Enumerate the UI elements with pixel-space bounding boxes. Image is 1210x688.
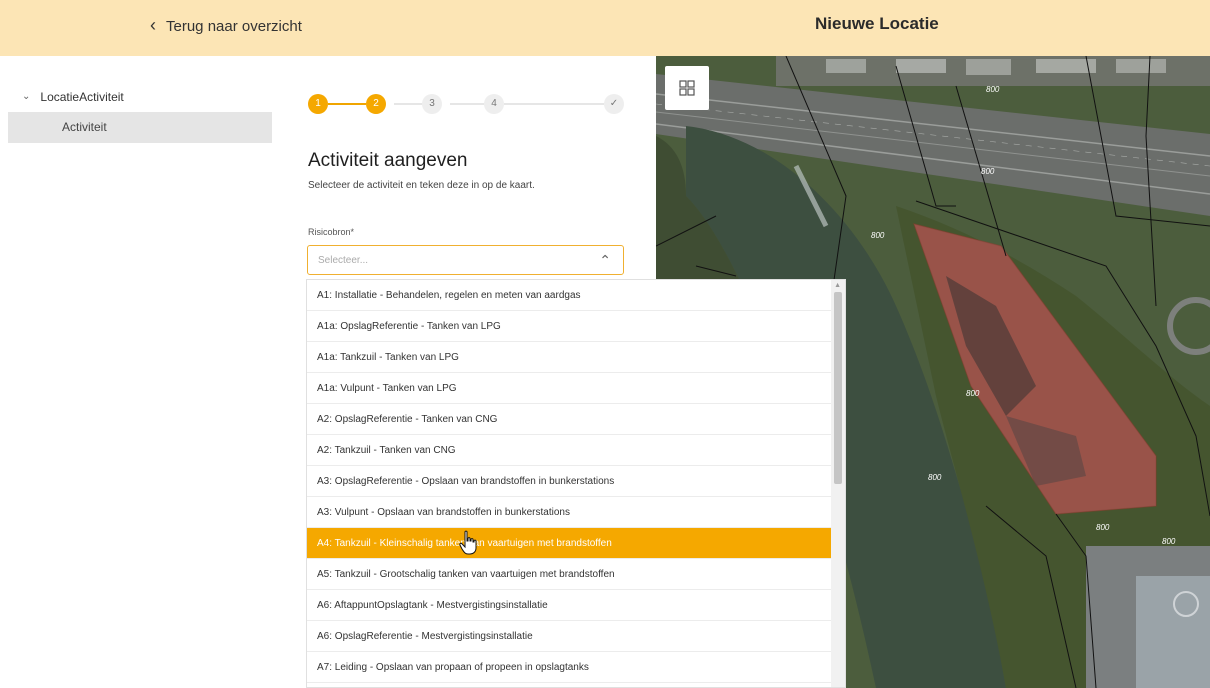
step-3[interactable]: 3 — [422, 94, 442, 114]
dropdown-option[interactable]: A1a: Tankzuil - Tanken van LPG — [307, 342, 831, 373]
tree-node-activiteit[interactable]: Activiteit — [8, 112, 272, 143]
dropdown-option[interactable]: A3: Vulpunt - Opslaan van brandstoffen i… — [307, 497, 831, 528]
back-link-label: Terug naar overzicht — [166, 17, 302, 35]
map-label: 800 — [928, 473, 942, 482]
chevron-up-icon: ⌃ — [599, 252, 611, 268]
chevron-left-icon: ‹ — [150, 15, 156, 35]
left-nav-tree: ⌄ LocatieActiviteit Activiteit — [0, 56, 272, 688]
chevron-down-icon[interactable]: ⌄ — [22, 91, 30, 102]
risicobron-dropdown-list[interactable]: A1: Installatie - Behandelen, regelen en… — [306, 279, 846, 688]
map-layers-button[interactable] — [665, 66, 709, 110]
scroll-up-arrow-icon[interactable]: ▲ — [834, 282, 841, 289]
dropdown-option[interactable]: A1a: Vulpunt - Tanken van LPG — [307, 373, 831, 404]
select-placeholder: Selecteer... — [318, 255, 369, 266]
step-finish[interactable]: ✓ — [604, 94, 624, 114]
risicobron-select[interactable]: Selecteer... ⌃ — [307, 245, 624, 275]
tree-node-label: LocatieActiviteit — [40, 90, 124, 104]
step-2[interactable]: 2 — [366, 94, 386, 114]
scrollbar-thumb[interactable] — [834, 292, 842, 484]
grid-icon — [679, 80, 695, 96]
tree-node-locatieactiviteit[interactable]: ⌄ LocatieActiviteit — [22, 90, 124, 104]
map-label: 800 — [966, 389, 980, 398]
step-connector — [504, 103, 604, 105]
dropdown-option[interactable]: A6: AftappuntOpslagtank - Mestvergisting… — [307, 590, 831, 621]
step-connector — [328, 103, 366, 105]
map-label: 800 — [981, 167, 995, 176]
step-4[interactable]: 4 — [484, 94, 504, 114]
top-bar: ‹ Terug naar overzicht Nieuwe Locatie — [0, 0, 1210, 56]
stepper: 1 2 3 4 ✓ — [308, 94, 624, 114]
dropdown-option[interactable]: A5: Tankzuil - Grootschalig tanken van v… — [307, 559, 831, 590]
dropdown-scrollbar[interactable]: ▲ — [831, 280, 845, 687]
dropdown-option[interactable]: A6: OpslagReferentie - Mestvergistingsin… — [307, 621, 831, 652]
risicobron-label: Risicobron* — [308, 227, 355, 237]
map-label: 800 — [986, 85, 1000, 94]
dropdown-option-selected[interactable]: A4: Tankzuil - Kleinschalig tanken van v… — [307, 528, 831, 559]
map-label: 800 — [871, 231, 885, 240]
page-title: Nieuwe Locatie — [815, 14, 939, 33]
back-to-overview-link[interactable]: ‹ Terug naar overzicht — [150, 14, 302, 38]
dropdown-option[interactable]: A3: OpslagReferentie - Opslaan van brand… — [307, 466, 831, 497]
dropdown-option[interactable]: A7: Leiding - Opslaan van propaan of pro… — [307, 652, 831, 683]
map-label: 800 — [1096, 523, 1110, 532]
dropdown-option[interactable]: A2: Tankzuil - Tanken van CNG — [307, 435, 831, 466]
dropdown-option[interactable]: A1: Installatie - Behandelen, regelen en… — [307, 280, 831, 311]
dropdown-option[interactable]: A2: OpslagReferentie - Tanken van CNG — [307, 404, 831, 435]
form-heading: Activiteit aangeven — [308, 150, 468, 171]
form-instructions: Selecteer de activiteit en teken deze in… — [308, 180, 535, 191]
dropdown-option[interactable]: A1a: OpslagReferentie - Tanken van LPG — [307, 311, 831, 342]
step-1[interactable]: 1 — [308, 94, 328, 114]
map-label: 800 — [1162, 537, 1176, 546]
step-connector — [450, 103, 486, 105]
